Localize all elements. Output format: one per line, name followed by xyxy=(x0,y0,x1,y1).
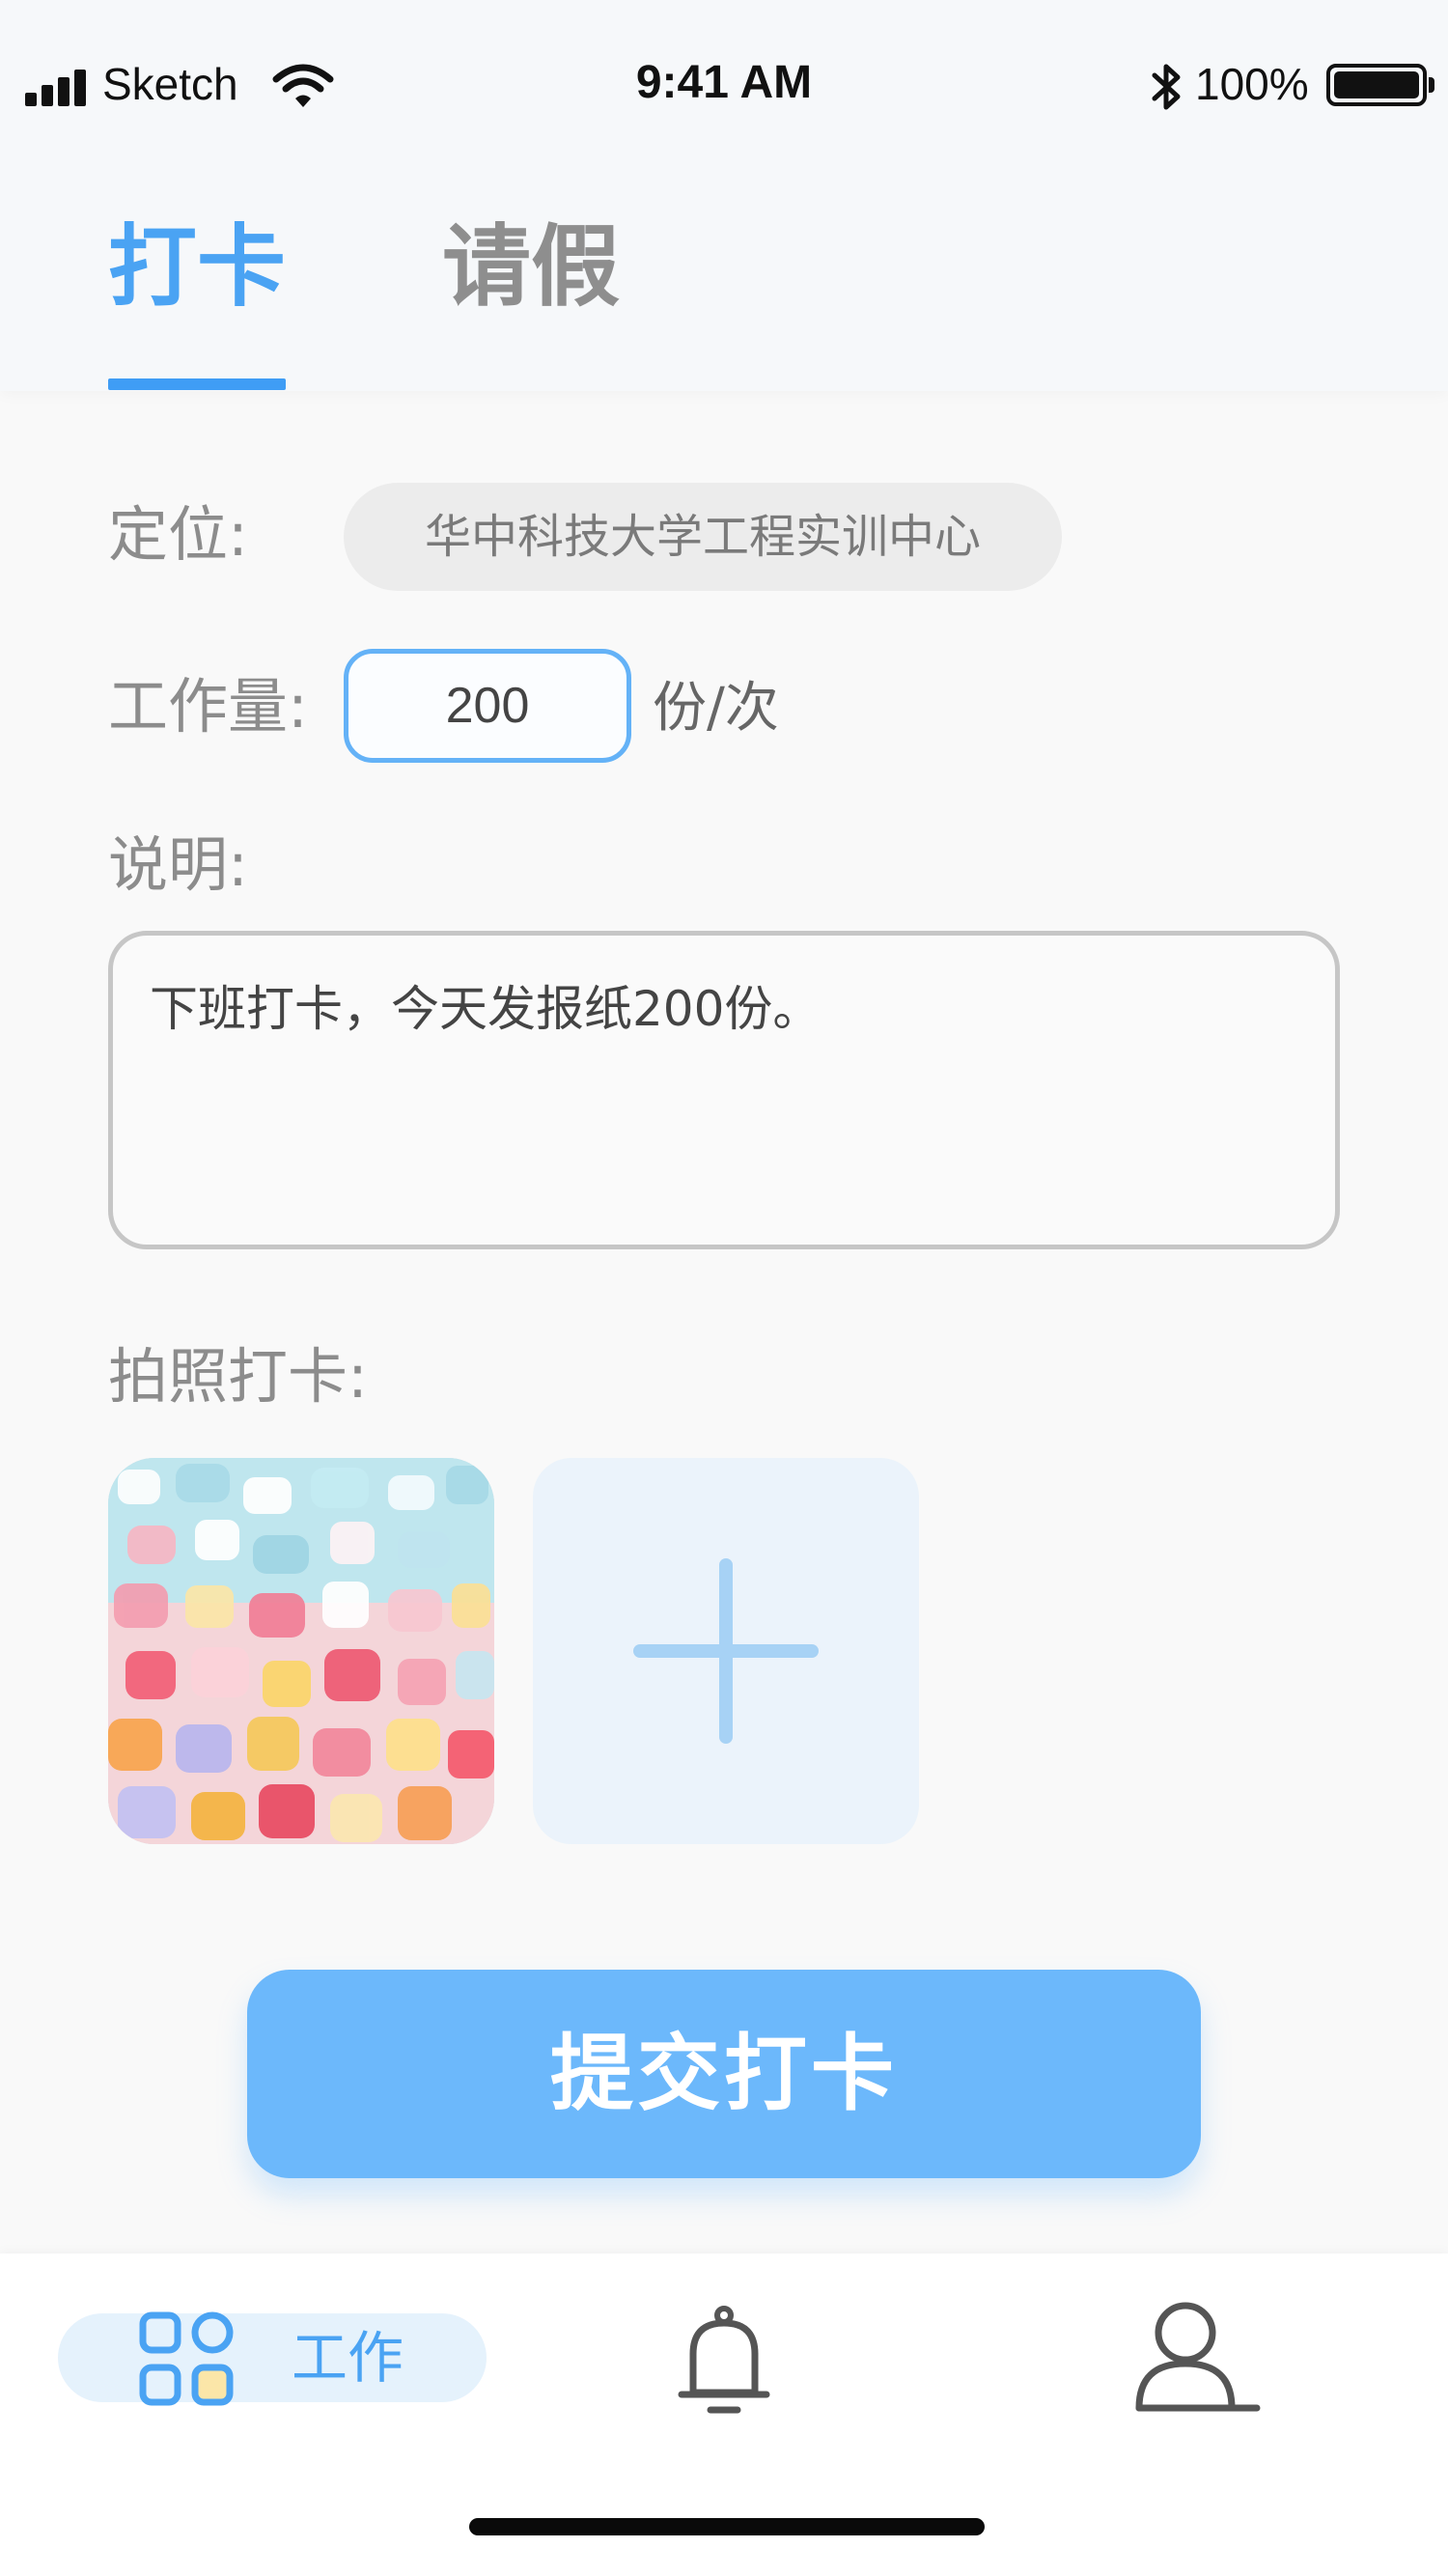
submit-clock-in-button[interactable]: 提交打卡 xyxy=(247,1970,1201,2178)
header: Sketch 9:41 AM 100% 打卡 请假 xyxy=(0,0,1448,391)
workload-unit: 份/次 xyxy=(653,677,779,740)
location-label: 定位: xyxy=(108,499,248,570)
nav-item-work[interactable]: 工作 xyxy=(58,2311,487,2406)
workload-label: 工作量: xyxy=(108,671,308,742)
tab-clock-in[interactable]: 打卡 xyxy=(108,214,286,321)
tab-leave[interactable]: 请假 xyxy=(442,214,620,321)
description-label: 说明: xyxy=(108,829,248,900)
active-tab-indicator xyxy=(108,378,286,390)
workload-input[interactable]: 200 xyxy=(344,649,631,763)
user-icon[interactable] xyxy=(1131,2300,1261,2420)
bell-icon[interactable] xyxy=(676,2304,772,2420)
painting-image xyxy=(108,1458,494,1844)
home-indicator[interactable] xyxy=(469,2518,985,2535)
nav-item-label: 工作 xyxy=(292,2325,404,2391)
status-bar: Sketch 9:41 AM 100% xyxy=(0,0,1448,164)
description-textarea[interactable]: 下班打卡，今天发报纸200份。 xyxy=(108,931,1340,1249)
battery-percent: 100% xyxy=(1195,59,1309,109)
battery-icon xyxy=(1326,64,1434,106)
location-chip[interactable]: 华中科技大学工程实训中心 xyxy=(344,483,1062,591)
add-photo-button[interactable] xyxy=(533,1458,919,1844)
bluetooth-icon xyxy=(1152,64,1181,110)
grid-icon xyxy=(139,2311,234,2406)
photo-label: 拍照打卡: xyxy=(108,1341,368,1412)
photo-thumbnail[interactable] xyxy=(108,1458,494,1844)
